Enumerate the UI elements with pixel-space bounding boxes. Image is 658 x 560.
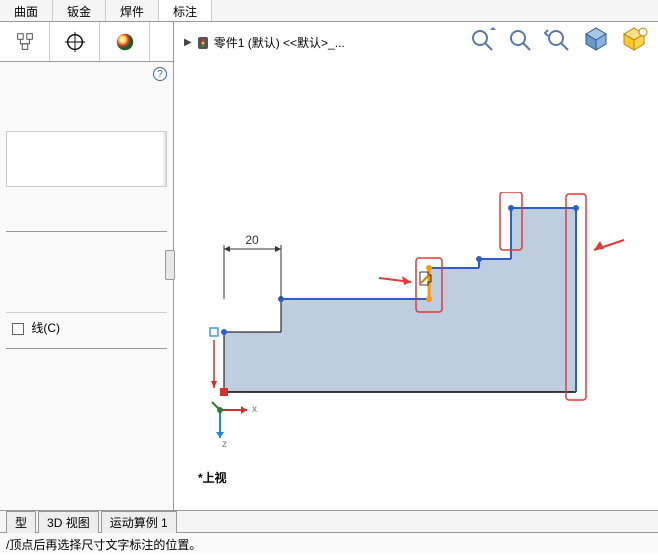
help-icon[interactable]: ?: [153, 67, 167, 81]
centerline-checkbox[interactable]: [12, 323, 24, 335]
display-style-button[interactable]: [620, 26, 650, 55]
bottom-tab-motion[interactable]: 运动算例 1: [101, 511, 177, 533]
target-icon: [64, 31, 86, 53]
configuration-tab[interactable]: [50, 22, 100, 61]
dimension-value: 20: [245, 233, 259, 247]
ribbon-tab-surface[interactable]: 曲面: [0, 0, 53, 21]
left-panel: ? 线(C): [0, 22, 174, 510]
triad-x-label: x: [252, 404, 257, 415]
previous-view-button[interactable]: [544, 26, 574, 55]
triad-z-label: z: [222, 439, 227, 450]
main-area: ? 线(C) ▶ 零件1 (默认) <<默认>_...: [0, 22, 658, 510]
breadcrumb[interactable]: ▶ 零件1 (默认) <<默认>_...: [184, 34, 345, 51]
ribbon-tab-sheetmetal[interactable]: 钣金: [53, 0, 106, 21]
feature-tree-tab[interactable]: [0, 22, 50, 61]
property-panel-body: 线(C): [0, 85, 173, 510]
panel-help-row: ?: [0, 62, 173, 85]
panel-splitter-handle[interactable]: [165, 250, 175, 280]
tree-icon: [14, 31, 36, 53]
heads-up-toolbar: [468, 26, 650, 55]
appearance-tab[interactable]: [100, 22, 150, 61]
selection-list-box[interactable]: [6, 131, 167, 187]
annotation-arrow-left: [379, 276, 411, 285]
zoom-fit-button[interactable]: [468, 26, 498, 55]
status-hint: /顶点后再选择尺寸文字标注的位置。: [6, 538, 201, 552]
status-bar: /顶点后再选择尺寸文字标注的位置。: [0, 532, 658, 554]
appearance-icon: [114, 31, 136, 53]
graphics-viewport[interactable]: ▶ 零件1 (默认) <<默认>_...: [174, 22, 658, 510]
bottom-tab-model[interactable]: 型: [6, 511, 36, 533]
dimension-20[interactable]: 20: [224, 233, 281, 299]
orientation-triad[interactable]: x z: [202, 390, 262, 450]
centerline-option[interactable]: 线(C): [6, 312, 167, 342]
ribbon-tab-weldment[interactable]: 焊件: [106, 0, 159, 21]
ribbon-tabs: 曲面 钣金 焊件 标注: [0, 0, 658, 22]
annotation-arrow-right: [594, 240, 624, 250]
centerline-label: 线(C): [31, 321, 60, 335]
section-view-button[interactable]: [582, 26, 612, 55]
ribbon-tab-annotation[interactable]: 标注: [159, 0, 212, 21]
breadcrumb-part-label: 零件1 (默认) <<默认>_...: [214, 34, 345, 51]
feature-manager-tabs: [0, 22, 173, 62]
current-view-label: *上视: [198, 469, 227, 486]
bottom-tab-3dview[interactable]: 3D 视图: [38, 511, 99, 533]
breadcrumb-arrow-icon: ▶: [184, 37, 192, 48]
traffic-light-icon: [196, 36, 210, 50]
bottom-tabs: 型 3D 视图 运动算例 1: [0, 510, 658, 532]
zoom-area-button[interactable]: [506, 26, 536, 55]
